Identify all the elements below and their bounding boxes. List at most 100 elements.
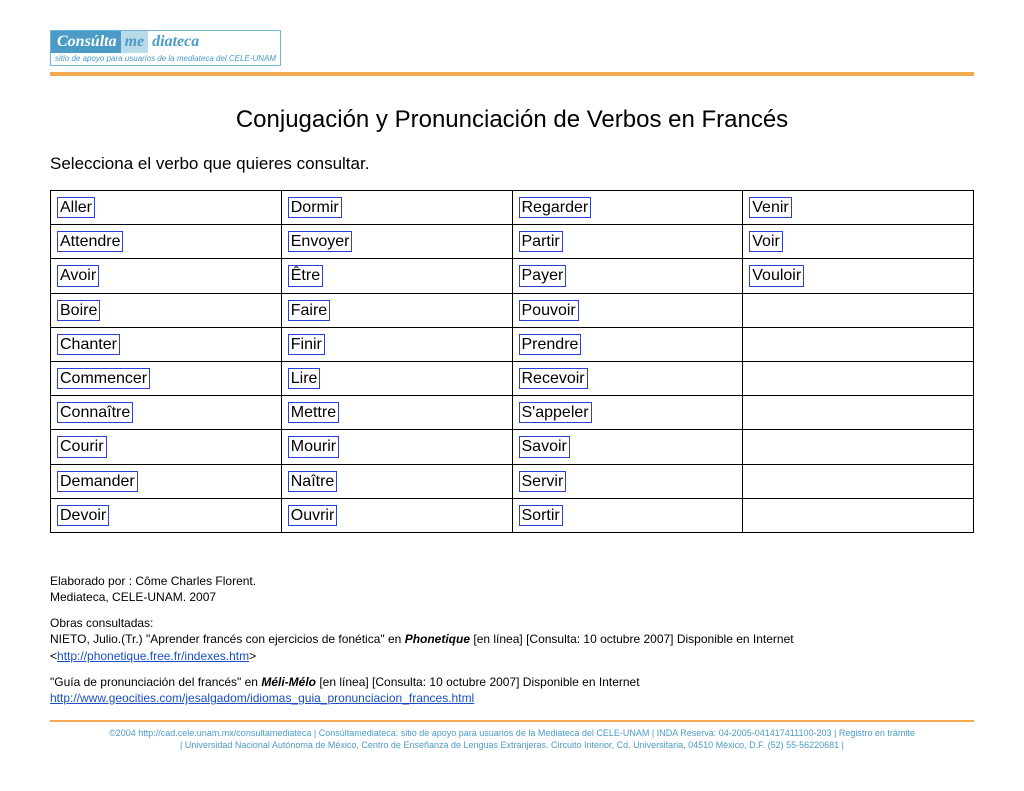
table-cell	[743, 498, 974, 532]
verb-link[interactable]: Devoir	[57, 505, 109, 526]
table-cell	[743, 361, 974, 395]
works-consulted-label: Obras consultadas:	[50, 616, 153, 630]
table-row: Devoir Ouvrir Sortir	[51, 498, 974, 532]
verb-link[interactable]: Courir	[57, 436, 107, 457]
logo-segment-3: diateca	[148, 31, 205, 53]
verb-link[interactable]: Envoyer	[288, 231, 353, 252]
verb-link[interactable]: Prendre	[519, 334, 582, 355]
table-cell: Être	[281, 259, 512, 293]
site-logo: Consúlta me diateca sitio de apoyo para …	[50, 30, 974, 66]
table-cell: Naître	[281, 464, 512, 498]
verb-link[interactable]: Chanter	[57, 334, 120, 355]
verb-link[interactable]: Attendre	[57, 231, 123, 252]
table-row: Aller Dormir Regarder Venir	[51, 191, 974, 225]
table-cell: Venir	[743, 191, 974, 225]
verb-link[interactable]: Regarder	[519, 197, 592, 218]
verb-link[interactable]: Faire	[288, 300, 330, 321]
table-cell: Courir	[51, 430, 282, 464]
table-cell: Ouvrir	[281, 498, 512, 532]
verb-link[interactable]: Mourir	[288, 436, 339, 457]
reference-1-link-close: >	[249, 649, 256, 663]
verb-link[interactable]: Voir	[749, 231, 783, 252]
verb-link[interactable]: Venir	[749, 197, 791, 218]
table-cell: Faire	[281, 293, 512, 327]
table-cell: Devoir	[51, 498, 282, 532]
table-cell: Dormir	[281, 191, 512, 225]
table-cell: Mourir	[281, 430, 512, 464]
verb-link[interactable]: Demander	[57, 471, 138, 492]
verb-link[interactable]: Servir	[519, 471, 567, 492]
table-cell: Chanter	[51, 327, 282, 361]
verb-link[interactable]: Boire	[57, 300, 100, 321]
table-cell: Attendre	[51, 225, 282, 259]
table-cell: Connaître	[51, 396, 282, 430]
table-cell: Partir	[512, 225, 743, 259]
table-row: Boire Faire Pouvoir	[51, 293, 974, 327]
table-cell: Demander	[51, 464, 282, 498]
verb-link[interactable]: Payer	[519, 265, 567, 286]
table-row: Chanter Finir Prendre	[51, 327, 974, 361]
footer-line-1: ©2004 http://cad.cele.unam.mx/consultame…	[109, 728, 915, 738]
reference-1-post: [en línea] [Consulta: 10 octubre 2007] D…	[470, 632, 794, 646]
verb-link[interactable]: Finir	[288, 334, 325, 355]
verb-link[interactable]: Avoir	[57, 265, 99, 286]
table-cell: Mettre	[281, 396, 512, 430]
verb-link[interactable]: Naître	[288, 471, 338, 492]
verb-link[interactable]: Recevoir	[519, 368, 588, 389]
table-cell: Envoyer	[281, 225, 512, 259]
table-cell: Savoir	[512, 430, 743, 464]
table-cell: Sortir	[512, 498, 743, 532]
verb-link[interactable]: S'appeler	[519, 402, 592, 423]
page-title: Conjugación y Pronunciación de Verbos en…	[50, 106, 974, 134]
table-cell: Lire	[281, 361, 512, 395]
table-cell: Aller	[51, 191, 282, 225]
reference-1-source: Phonetique	[405, 632, 470, 646]
verb-link[interactable]: Vouloir	[749, 265, 804, 286]
instruction-text: Selecciona el verbo que quieres consulta…	[50, 154, 974, 174]
table-cell: Recevoir	[512, 361, 743, 395]
verb-link[interactable]: Mettre	[288, 402, 339, 423]
verb-link[interactable]: Dormir	[288, 197, 342, 218]
verb-link[interactable]: Commencer	[57, 368, 150, 389]
table-row: Connaître Mettre S'appeler	[51, 396, 974, 430]
table-row: Avoir Être Payer Vouloir	[51, 259, 974, 293]
verb-link[interactable]: Lire	[288, 368, 321, 389]
logo-subtitle: sitio de apoyo para usuarios de la media…	[51, 53, 280, 65]
table-cell	[743, 327, 974, 361]
header-divider	[50, 72, 974, 76]
credit-author: Elaborado por : Côme Charles Florent.	[50, 574, 256, 588]
reference-2-source: Méli-Mélo	[261, 675, 316, 689]
verb-link[interactable]: Savoir	[519, 436, 570, 457]
table-cell: Servir	[512, 464, 743, 498]
verb-link[interactable]: Être	[288, 265, 323, 286]
table-cell: Boire	[51, 293, 282, 327]
footer-line-2: | Universidad Nacional Autónoma de Méxic…	[180, 740, 844, 750]
table-cell	[743, 430, 974, 464]
verb-link[interactable]: Ouvrir	[288, 505, 338, 526]
table-cell	[743, 464, 974, 498]
table-cell: Vouloir	[743, 259, 974, 293]
table-cell: Voir	[743, 225, 974, 259]
table-cell: Commencer	[51, 361, 282, 395]
table-cell: Regarder	[512, 191, 743, 225]
verb-link[interactable]: Pouvoir	[519, 300, 579, 321]
table-row: Commencer Lire Recevoir	[51, 361, 974, 395]
table-cell: Prendre	[512, 327, 743, 361]
table-row: Attendre Envoyer Partir Voir	[51, 225, 974, 259]
reference-1-pre: NIETO, Julio.(Tr.) "Aprender francés con…	[50, 632, 405, 646]
table-cell	[743, 396, 974, 430]
verb-table: Aller Dormir Regarder Venir Attendre Envoyer P…	[50, 190, 974, 533]
verb-link[interactable]: Partir	[519, 231, 563, 252]
verb-link[interactable]: Aller	[57, 197, 95, 218]
table-row: Demander Naître Servir	[51, 464, 974, 498]
reference-1-link[interactable]: http://phonetique.free.fr/indexes.htm	[57, 649, 249, 663]
footer-text: ©2004 http://cad.cele.unam.mx/consultame…	[50, 722, 974, 757]
table-cell: S'appeler	[512, 396, 743, 430]
logo-segment-1: Consúlta	[51, 31, 121, 53]
verb-link[interactable]: Connaître	[57, 402, 133, 423]
table-cell: Avoir	[51, 259, 282, 293]
verb-link[interactable]: Sortir	[519, 505, 563, 526]
reference-2-post: [en línea] [Consulta: 10 octubre 2007] D…	[316, 675, 640, 689]
reference-2-link[interactable]: http://www.geocities.com/jesalgadom/idio…	[50, 691, 474, 705]
table-cell: Payer	[512, 259, 743, 293]
